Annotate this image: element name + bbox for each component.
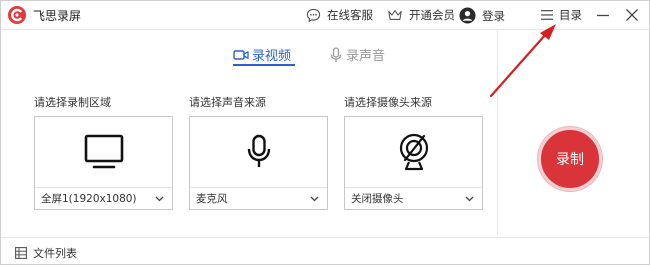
- camera-source-preview[interactable]: [345, 117, 482, 187]
- camera-source-label: 请选择摄像头来源: [344, 96, 432, 109]
- record-area-value: 全屏1(1920x1080): [41, 193, 137, 205]
- record-button-label: 录制: [556, 152, 584, 168]
- title-bar: 飞思录屏 在线客服 开通会员 登录 目录: [1, 1, 649, 30]
- open-vip-button[interactable]: 开通会员: [387, 7, 455, 23]
- chevron-down-icon: [310, 196, 319, 201]
- audio-source-value: 麦克风: [196, 193, 228, 205]
- login-label: 登录: [482, 8, 505, 23]
- footer-bar: 文件列表: [1, 237, 649, 265]
- audio-source-label: 请选择声音来源: [189, 96, 266, 109]
- webcam-off-icon: [399, 133, 428, 171]
- chevron-down-icon: [465, 196, 474, 201]
- open-vip-label: 开通会员: [409, 8, 455, 22]
- chevron-down-icon: [155, 196, 164, 201]
- file-list-icon: [15, 247, 27, 259]
- menu-button[interactable]: 目录: [541, 7, 582, 23]
- active-tab-indicator: [233, 64, 295, 66]
- panel-divider: [497, 30, 498, 235]
- tab-record-video-label: 录视频: [252, 49, 292, 64]
- app-window: 飞思录屏 在线客服 开通会员 登录 目录 录视频 录声音 请选择录制区域 请选择…: [0, 0, 650, 265]
- app-logo-icon: [8, 6, 26, 24]
- online-support-button[interactable]: 在线客服: [306, 7, 373, 23]
- record-area-card: 全屏1(1920x1080): [34, 116, 173, 210]
- record-button[interactable]: 录制: [538, 127, 602, 191]
- user-avatar-icon: [459, 7, 476, 24]
- audio-source-preview[interactable]: [190, 117, 327, 187]
- login-button[interactable]: 登录: [459, 7, 505, 24]
- audio-source-select[interactable]: 麦克风: [190, 187, 327, 209]
- minimize-icon[interactable]: [594, 6, 612, 24]
- file-list-label: 文件列表: [33, 247, 77, 260]
- crown-icon: [388, 10, 402, 20]
- online-support-label: 在线客服: [327, 8, 373, 22]
- audio-source-card: 麦克风: [189, 116, 328, 210]
- app-title: 飞思录屏: [33, 9, 82, 23]
- video-camera-icon: [233, 49, 249, 60]
- camera-source-select[interactable]: 关闭摄像头: [345, 187, 482, 209]
- hamburger-icon: [541, 10, 553, 20]
- tab-record-audio[interactable]: 录声音: [329, 45, 385, 64]
- camera-source-card: 关闭摄像头: [344, 116, 483, 210]
- monitor-icon: [84, 134, 123, 169]
- camera-source-value: 关闭摄像头: [351, 193, 404, 205]
- record-area-preview[interactable]: [35, 117, 172, 187]
- record-area-select[interactable]: 全屏1(1920x1080): [35, 187, 172, 209]
- file-list-button[interactable]: 文件列表: [15, 245, 77, 261]
- tab-record-audio-label: 录声音: [346, 49, 386, 64]
- chat-bubble-icon: [306, 8, 321, 22]
- microphone-icon: [330, 46, 342, 62]
- close-icon[interactable]: [623, 6, 641, 24]
- tab-record-video[interactable]: 录视频: [233, 45, 291, 64]
- menu-label: 目录: [559, 8, 582, 22]
- microphone-icon: [247, 134, 270, 167]
- record-area-label: 请选择录制区域: [34, 96, 111, 109]
